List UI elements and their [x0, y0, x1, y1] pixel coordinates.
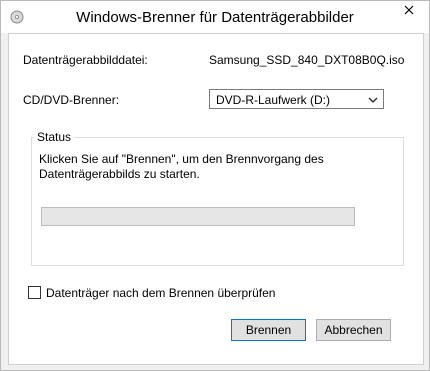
close-button[interactable]: [395, 1, 423, 21]
chevron-down-icon: [368, 94, 378, 104]
title-bar[interactable]: Windows-Brenner für Datenträgerabbilder: [1, 1, 429, 33]
close-icon: [404, 4, 414, 18]
status-message: Klicken Sie auf "Brennen", um den Brennv…: [39, 152, 324, 181]
window-title: Windows-Brenner für Datenträgerabbilder: [76, 9, 354, 26]
image-file-value: Samsung_SSD_840_DXT08B0Q.iso: [209, 53, 405, 67]
dialog-body: Datenträgerabbilddatei: Samsung_SSD_840_…: [8, 33, 424, 365]
burner-select-value: DVD-R-Laufwerk (D:): [216, 93, 331, 107]
verify-checkbox-label[interactable]: Datenträger nach dem Brennen überprüfen: [46, 286, 275, 300]
image-file-label: Datenträgerabbilddatei:: [23, 53, 148, 67]
status-group-title: Status: [34, 130, 75, 144]
cancel-button[interactable]: Abbrechen: [316, 319, 391, 341]
verify-checkbox[interactable]: [28, 286, 41, 299]
burner-select[interactable]: DVD-R-Laufwerk (D:): [209, 89, 384, 109]
burner-dialog: Windows-Brenner für Datenträgerabbilder …: [0, 0, 430, 371]
burn-progress-bar: [41, 207, 355, 226]
burn-button[interactable]: Brennen: [231, 319, 306, 341]
burner-label: CD/DVD-Brenner:: [23, 93, 120, 107]
